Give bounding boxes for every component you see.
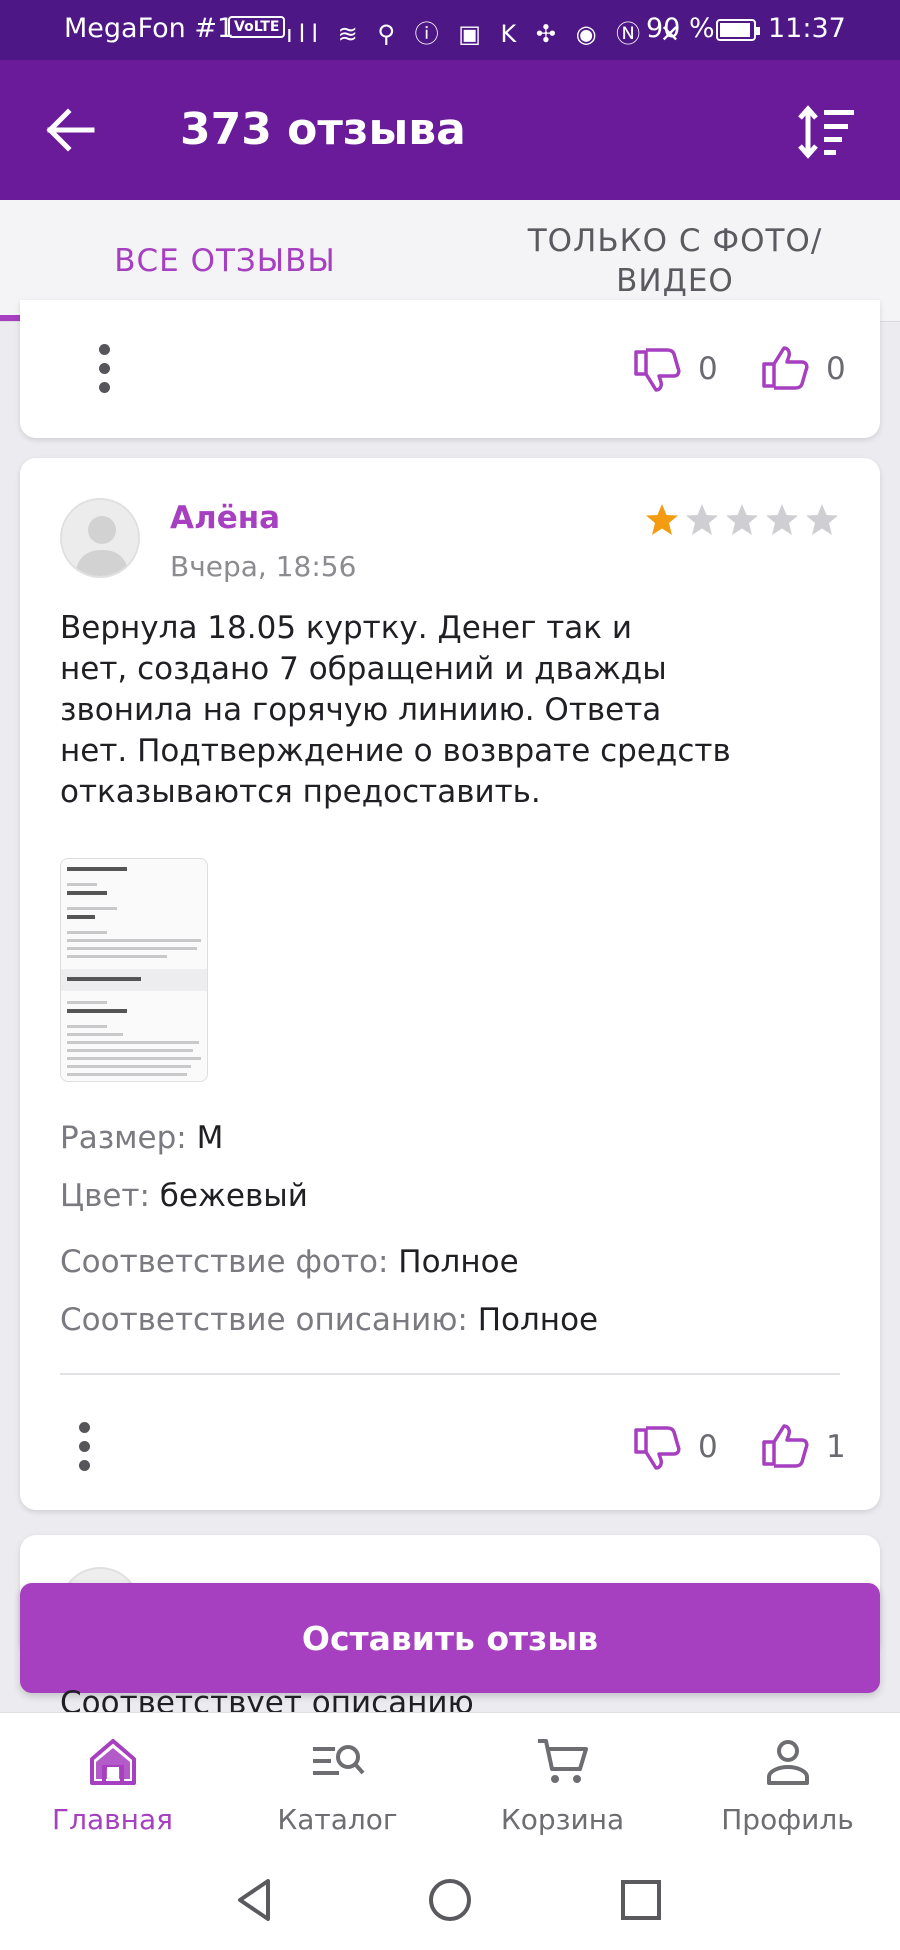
divider (60, 1373, 840, 1375)
user-placeholder-icon (74, 516, 130, 576)
attribute-value: M (196, 1120, 224, 1156)
thumbs-up-icon (762, 346, 809, 390)
attribute-label: Соответствие описанию: (60, 1302, 478, 1338)
size-attribute: Размер: M (60, 1120, 223, 1156)
leave-review-button[interactable]: Оставить отзыв (20, 1583, 880, 1693)
catalog-search-icon (313, 1745, 365, 1775)
attribute-value: Полное (477, 1302, 599, 1338)
next-review-peek-text: Соответствует описанию (60, 1685, 474, 1713)
nav-label: Главная (52, 1803, 173, 1836)
like-count: 0 (826, 351, 846, 387)
photo-match-attribute: Соответствие фото: Полное (60, 1244, 519, 1280)
like-count: 1 (826, 1429, 846, 1465)
star-empty-icon (726, 504, 758, 535)
color-attribute: Цвет: бежевый (60, 1178, 308, 1214)
app-header: 373 отзыва (0, 60, 900, 200)
system-nav-bar (0, 1850, 900, 1950)
review-author[interactable]: Алёна (170, 500, 280, 536)
dislike-button[interactable]: 0 (632, 344, 718, 394)
system-back-icon[interactable] (230, 1875, 280, 1925)
attribute-value: бежевый (159, 1178, 308, 1214)
nav-label: Корзина (500, 1803, 625, 1836)
more-options-icon[interactable] (74, 1422, 94, 1472)
review-text-line: отказываются предоставить. (60, 774, 541, 810)
arrow-left-icon[interactable] (42, 104, 98, 156)
star-empty-icon (686, 504, 718, 535)
system-home-icon[interactable] (425, 1875, 475, 1925)
review-text: Вернула 18.05 куртку. Денег так и нет, с… (60, 608, 820, 813)
review-text-line: звонила на горячую линиию. Ответа (60, 692, 662, 728)
cart-icon (538, 1739, 588, 1783)
attribute-label: Цвет: (60, 1178, 160, 1214)
rating-stars (642, 500, 842, 540)
bottom-nav: Главная Каталог Корзина Профиль (0, 1712, 900, 1850)
review-text-line: нет. Подтверждение о возврате средств (60, 733, 731, 769)
profile-icon (767, 1740, 809, 1785)
nav-cart[interactable]: Корзина (450, 1713, 675, 1851)
nav-home[interactable]: Главная (0, 1713, 225, 1851)
system-recents-icon[interactable] (616, 1875, 666, 1925)
description-match-attribute: Соответствие описанию: Полное (60, 1302, 598, 1338)
attribute-value: Полное (398, 1244, 519, 1280)
review-text-line: нет, создано 7 обращений и дважды (60, 651, 667, 687)
dislike-count: 0 (698, 351, 718, 387)
nav-catalog[interactable]: Каталог (225, 1713, 450, 1851)
star-empty-icon (806, 504, 838, 535)
like-button[interactable]: 0 (760, 344, 846, 394)
review-date: Вчера, 18:56 (170, 550, 357, 583)
carrier-name: MegaFon #1 (64, 13, 235, 44)
volte-badge: VoLTE (228, 16, 286, 38)
home-icon (90, 1739, 136, 1785)
more-options-icon[interactable] (94, 344, 114, 394)
attribute-label: Размер: (60, 1120, 197, 1156)
attribute-label: Соответствие фото: (60, 1244, 399, 1280)
thumbs-down-icon (634, 348, 681, 392)
dislike-button[interactable]: 0 (632, 1422, 718, 1472)
nav-label: Профиль (721, 1803, 854, 1836)
battery-icon (716, 19, 760, 41)
star-empty-icon (766, 504, 798, 535)
page-title: 373 отзыва (180, 104, 466, 155)
sort-icon[interactable] (796, 104, 856, 160)
clock: 11:37 (768, 13, 846, 44)
status-bar: MegaFon #1 VoLTE ıll ≋ ⚲ ⓘ ▣ K ✣ ◉ Ⓝ ✕ 9… (0, 0, 900, 60)
thumbs-down-icon (634, 1426, 681, 1470)
nav-label: Каталог (277, 1803, 398, 1836)
review-photo-thumbnail[interactable] (60, 858, 208, 1082)
dislike-count: 0 (698, 1429, 718, 1465)
review-text-line: Вернула 18.05 куртку. Денег так и (60, 610, 633, 646)
nav-profile[interactable]: Профиль (675, 1713, 900, 1851)
status-icons: ıll ≋ ⚲ ⓘ ▣ K ✣ ◉ Ⓝ ✕ (286, 20, 686, 48)
review-card-previous: 0 0 (20, 300, 880, 438)
battery-percent: 90 % (646, 13, 715, 44)
review-card: Алёна Вчера, 18:56 Вернула 18.05 куртку.… (20, 458, 880, 1510)
thumbs-up-icon (762, 1424, 809, 1468)
avatar (60, 498, 140, 578)
star-filled-icon (646, 504, 678, 535)
like-button[interactable]: 1 (760, 1422, 846, 1472)
